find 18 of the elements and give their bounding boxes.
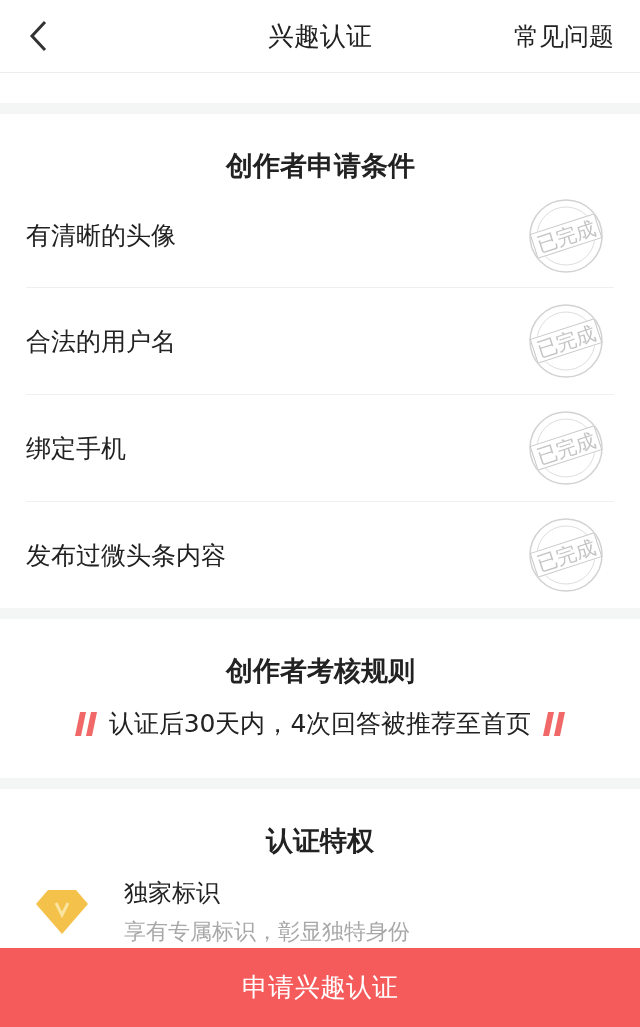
section-title: 创作者考核规则 (224, 654, 416, 688)
quote-mark-icon (543, 711, 566, 736)
condition-label: 合法的用户名 (26, 325, 176, 358)
faq-link[interactable]: 常见问题 (514, 19, 614, 53)
section-title: 认证特权 (264, 824, 375, 858)
privilege-title: 独家标识 (124, 878, 221, 909)
completed-stamp: 已完成 (526, 515, 606, 595)
diamond-icon (36, 890, 88, 934)
rule-text: 认证后30天内，4次回答被推荐至首页 (108, 708, 532, 740)
quote-mark-icon (74, 711, 97, 736)
condition-label: 绑定手机 (26, 432, 126, 465)
condition-label: 有清晰的头像 (26, 220, 176, 252)
completed-stamp: 已完成 (526, 408, 606, 488)
section-title: 创作者申请条件 (224, 149, 416, 183)
privilege-description: 享有专属标识，彰显独特身份 (124, 918, 410, 946)
page-title: 兴趣认证 (268, 19, 372, 53)
completed-stamp: 已完成 (526, 301, 606, 381)
condition-label: 发布过微头条内容 (26, 539, 226, 572)
